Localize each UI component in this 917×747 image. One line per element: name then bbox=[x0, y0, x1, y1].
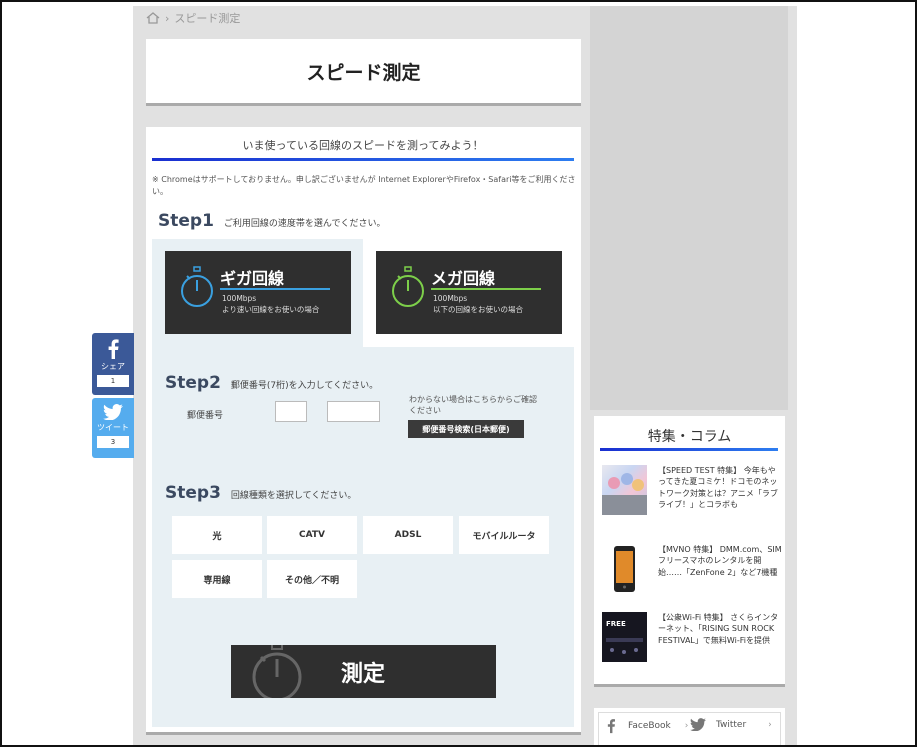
step2-instruction: 郵便番号(7桁)を入力してください。 bbox=[230, 381, 379, 391]
tweet-label: ツイート bbox=[97, 423, 129, 432]
stopwatch-icon bbox=[252, 645, 302, 698]
giga-underline bbox=[220, 288, 330, 290]
facebook-label: FaceBook bbox=[628, 721, 671, 731]
twitter-icon bbox=[103, 404, 123, 420]
follow-widget: FaceBook › Twitter › bbox=[594, 708, 785, 745]
article-text[interactable]: 【公衆Wi-Fi 特集】 さくらインターネット、「RISING SUN ROCK… bbox=[658, 612, 782, 646]
breadcrumb-current: スピード測定 bbox=[174, 12, 241, 25]
stopwatch-icon bbox=[392, 266, 424, 307]
ad-area bbox=[590, 6, 788, 410]
facebook-share-button[interactable]: シェア 1 bbox=[92, 333, 134, 395]
divider bbox=[152, 158, 574, 161]
article-thumbnail[interactable]: FREE bbox=[602, 612, 647, 662]
measure-label: 測定 bbox=[341, 662, 386, 687]
page-title: スピード測定 bbox=[306, 61, 421, 84]
smartphone-image bbox=[614, 546, 635, 592]
chevron-right-icon: › bbox=[684, 721, 689, 731]
browser-note: ※ Chromeはサポートしておりません。申し訳ございませんが Internet… bbox=[152, 175, 576, 196]
step2-label: Step2 bbox=[165, 373, 221, 393]
home-icon[interactable] bbox=[146, 12, 160, 24]
mega-title: メガ回線 bbox=[431, 269, 496, 288]
article-image bbox=[602, 473, 647, 515]
mega-underline bbox=[431, 288, 541, 290]
line-type-mobile-router[interactable]: モバイルルータ bbox=[459, 516, 549, 554]
tweet-count: 3 bbox=[97, 436, 129, 448]
line-type-hikari[interactable]: 光 bbox=[172, 516, 262, 554]
mega-desc: 100Mbps 以下の回線をお使いの場合 bbox=[433, 293, 523, 315]
breadcrumb: › スピード測定 bbox=[146, 10, 240, 26]
giga-desc: 100Mbps より速い回線をお使いの場合 bbox=[222, 293, 319, 315]
line-type-other[interactable]: その他／不明 bbox=[267, 560, 357, 598]
divider bbox=[600, 448, 778, 451]
mega-desc-text: 以下の回線をお使いの場合 bbox=[433, 305, 523, 314]
speed-test-panel: いま使っている回線のスピードを測ってみよう！ ※ Chromeはサポートしており… bbox=[146, 127, 581, 735]
zip-label: 郵便番号 bbox=[187, 411, 224, 421]
chevron-right-icon: › bbox=[165, 11, 170, 25]
twitter-icon bbox=[690, 718, 706, 731]
page-title-card: スピード測定 bbox=[146, 39, 581, 106]
step1-instruction: ご利用回線の速度帯を選んでください。 bbox=[223, 219, 386, 229]
stopwatch-icon bbox=[181, 266, 213, 307]
twitter-tweet-button[interactable]: ツイート 3 bbox=[92, 398, 134, 458]
step3-label: Step3 bbox=[165, 483, 221, 503]
twitter-label: Twitter bbox=[716, 719, 747, 730]
mega-line-button[interactable]: メガ回線 100Mbps 以下の回線をお使いの場合 bbox=[376, 251, 562, 334]
column-title: 特集・コラム bbox=[647, 429, 732, 445]
giga-desc-text: より速い回線をお使いの場合 bbox=[222, 305, 320, 314]
mega-speed: 100Mbps bbox=[433, 294, 468, 303]
line-type-adsl[interactable]: ADSL bbox=[363, 516, 453, 554]
intro-heading: いま使っている回線のスピードを測ってみよう！ bbox=[242, 139, 484, 152]
page-frame: › スピード測定 スピード測定 いま使っている回線のスピードを測ってみよう！ ※… bbox=[0, 0, 917, 747]
zip-search-button[interactable]: 郵便番号検索(日本郵便) bbox=[408, 420, 524, 438]
measure-button[interactable]: 測定 bbox=[231, 645, 496, 698]
giga-line-button[interactable]: ギガ回線 100Mbps より速い回線をお使いの場合 bbox=[165, 251, 351, 334]
zip-help-link[interactable]: わからない場合はこちらからご確認ください bbox=[409, 394, 537, 416]
step3-instruction: 回線種類を選択してください。 bbox=[230, 491, 357, 501]
article-thumbnail[interactable] bbox=[602, 544, 647, 594]
line-type-catv[interactable]: CATV bbox=[267, 516, 357, 554]
festival-thumb-text: FREE bbox=[606, 620, 626, 628]
article-thumbnail[interactable] bbox=[602, 465, 647, 515]
step2-header: Step2 郵便番号(7桁)を入力してください。 bbox=[165, 373, 378, 393]
line-type-dedicated[interactable]: 専用線 bbox=[172, 560, 262, 598]
step1-label: Step1 bbox=[158, 211, 214, 231]
follow-twitter-link[interactable]: Twitter › bbox=[690, 718, 772, 731]
step3-header: Step3 回線種類を選択してください。 bbox=[165, 483, 356, 503]
giga-speed: 100Mbps bbox=[222, 294, 257, 303]
giga-title: ギガ回線 bbox=[220, 269, 285, 288]
facebook-icon bbox=[108, 339, 119, 359]
share-label: シェア bbox=[101, 362, 125, 371]
article-text[interactable]: 【SPEED TEST 特集】 今年もやってきた夏コミケ！ドコモのネットワーク対… bbox=[658, 465, 782, 510]
zip-second-input[interactable] bbox=[327, 401, 380, 422]
column-widget: 特集・コラム 【SPEED TEST 特集】 今年もやってきた夏コミケ！ドコモの… bbox=[594, 416, 785, 687]
share-count: 1 bbox=[97, 375, 129, 387]
article-text[interactable]: 【MVNO 特集】 DMM.com、SIMフリースマホのレンタルを開始……「Ze… bbox=[658, 544, 782, 578]
follow-facebook-link[interactable]: FaceBook › bbox=[606, 718, 688, 734]
chevron-right-icon: › bbox=[768, 719, 772, 730]
facebook-icon bbox=[607, 719, 615, 734]
step1-header: Step1 ご利用回線の速度帯を選んでください。 bbox=[158, 211, 385, 231]
zip-first-input[interactable] bbox=[275, 401, 307, 422]
